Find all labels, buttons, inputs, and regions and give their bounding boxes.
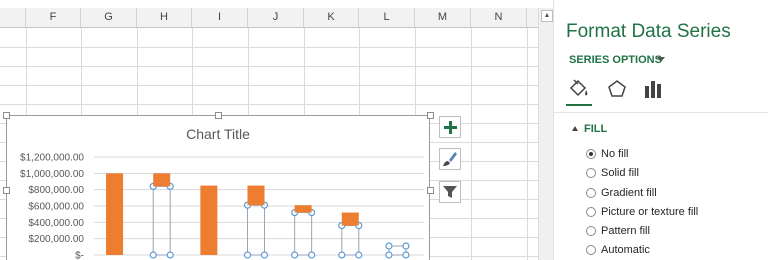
orange-bar [153,173,171,187]
grid-line [527,28,528,260]
fill-option-no-fill[interactable]: No fill [586,146,629,162]
invisible-base-bar [247,204,265,256]
pane-title: Format Data Series [566,21,731,42]
fill-option-solid-fill[interactable]: Solid fill [586,165,639,181]
column-header-f[interactable]: F [26,8,81,27]
column-header-l[interactable]: L [359,8,415,27]
y-tick-label: $1,000,000.00 [20,169,84,180]
paintbrush-icon [443,152,457,166]
option-label: No fill [601,148,629,160]
orange-bar [200,185,218,255]
radio-button[interactable] [586,149,596,159]
active-tab-indicator [566,104,592,106]
invisible-base-bar [294,212,313,256]
selection-handle [385,251,393,259]
resize-handle[interactable] [427,112,434,119]
column-header-g[interactable]: G [81,8,137,27]
selection-handle [291,251,299,259]
option-label: Automatic [601,244,650,256]
grid-line [0,85,538,86]
chart-styles-button[interactable] [439,148,461,170]
format-data-series-pane: Format Data Series SERIES OPTIONS FILL N… [553,0,768,260]
fill-option-picture-texture-fill[interactable]: Picture or texture fill [586,204,698,220]
orange-bar [106,173,124,255]
column-header-n[interactable]: N [471,8,527,27]
column-header-m[interactable]: M [415,8,471,27]
filter-icon [443,186,457,198]
chart-filters-button[interactable] [439,181,461,203]
grid-line [0,47,538,48]
resize-handle[interactable] [215,112,222,119]
chart-elements-button[interactable] [439,116,461,138]
selection-handle [355,251,363,259]
scroll-up-arrow-icon[interactable]: ▲ [541,10,553,22]
series-options-dropdown[interactable]: SERIES OPTIONS [569,54,662,66]
chart-plot[interactable]: $1,200,000.00 $1,000,000.00 $800,000.00 $60… [6,115,430,260]
column-header-partial[interactable] [0,8,26,27]
column-headers: F G H I J K L M N [0,8,538,28]
radio-button[interactable] [586,226,596,236]
option-label: Pattern fill [601,225,650,237]
plus-icon [444,121,457,134]
effects-tab-pentagon-icon[interactable] [606,78,628,100]
y-tick-label: $1,200,000.00 [20,153,84,164]
chart-area[interactable]: Chart Title $1,200,000.00 $1,000,000.00 $8… [6,115,430,260]
y-tick-label: $800,000.00 [28,185,84,196]
resize-handle[interactable] [3,112,10,119]
column-header-h[interactable]: H [137,8,192,27]
selection-handle [149,251,157,259]
selection-handle [260,251,269,259]
grid-line [0,104,538,105]
selection-handle [402,242,410,250]
selection-handle [308,251,316,259]
y-tick-label: $200,000.00 [28,234,84,245]
fill-section-header[interactable]: FILL [584,123,607,135]
orange-bar [294,205,312,213]
y-tick-label: $400,000.00 [28,218,84,229]
orange-bar [247,185,265,206]
grid-line [0,66,538,67]
radio-button[interactable] [586,188,596,198]
radio-button[interactable] [586,168,596,178]
radio-button[interactable] [586,245,596,255]
grid-line [471,28,472,260]
selection-handle [338,251,346,259]
y-tick-label: $- [75,251,84,260]
selection-handle [166,251,174,259]
y-tick-label: $600,000.00 [28,202,84,213]
fill-line-tab-paint-bucket-icon[interactable] [568,78,590,100]
chevron-down-icon[interactable] [657,57,665,62]
series-options-tab-bar-chart-icon[interactable] [642,78,664,100]
selection-handle [402,251,410,259]
resize-handle[interactable] [3,187,10,194]
fill-option-pattern-fill[interactable]: Pattern fill [586,223,650,239]
column-header-j[interactable]: J [248,8,304,27]
collapse-triangle-icon[interactable] [572,126,578,131]
option-label: Solid fill [601,167,639,179]
orange-bar [341,212,359,226]
column-header-k[interactable]: K [304,8,359,27]
selection-handle [385,242,393,250]
fill-option-gradient-fill[interactable]: Gradient fill [586,185,657,201]
selection-handle [243,251,252,259]
fill-option-automatic[interactable]: Automatic [586,242,650,258]
vertical-scrollbar[interactable]: ▲ [538,8,553,260]
radio-button[interactable] [586,207,596,217]
resize-handle[interactable] [427,187,434,194]
option-label: Picture or texture fill [601,206,699,218]
invisible-base-bar [341,225,360,256]
invisible-base-bar [152,185,171,256]
divider [554,112,768,113]
column-header-i[interactable]: I [192,8,248,27]
option-label: Gradient fill [601,187,657,199]
spreadsheet-grid[interactable]: F G H I J K L M N Chart Title $1,200,000… [0,0,538,260]
